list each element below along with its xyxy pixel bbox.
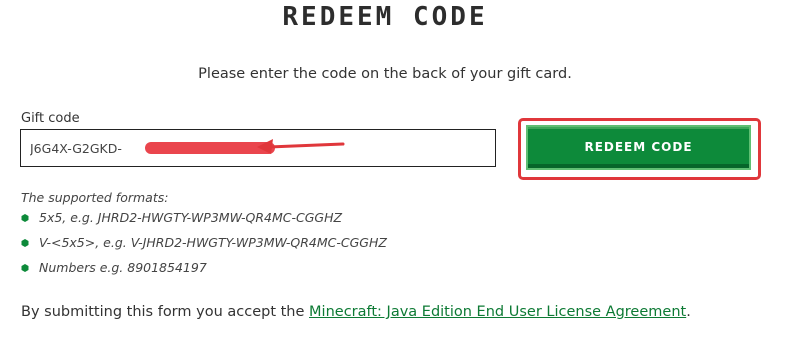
footer-suffix: .: [686, 304, 691, 320]
page-title: REDEEM CODE: [282, 2, 488, 32]
format-list-item: V-<5x5>, e.g. V-JHRD2-HWGTY-WP3MW-QR4MC-…: [21, 235, 387, 250]
format-item-text: 5x5, e.g. JHRD2-HWGTY-WP3MW-QR4MC-CGGHZ: [39, 210, 343, 225]
intro-text: Please enter the code on the back of you…: [198, 66, 572, 82]
hexagon-bullet-icon: [21, 263, 29, 272]
hexagon-bullet-icon: [21, 213, 29, 222]
format-item-text: V-<5x5>, e.g. V-JHRD2-HWGTY-WP3MW-QR4MC-…: [39, 235, 387, 250]
eula-link[interactable]: Minecraft: Java Edition End User License…: [309, 304, 686, 320]
supported-formats-heading: The supported formats:: [21, 190, 169, 205]
redeem-code-button[interactable]: REDEEM CODE: [526, 125, 751, 170]
gift-code-label: Gift code: [21, 111, 80, 126]
hexagon-bullet-icon: [21, 238, 29, 247]
format-list-item: 5x5, e.g. JHRD2-HWGTY-WP3MW-QR4MC-CGGHZ: [21, 210, 342, 225]
format-item-text: Numbers e.g. 8901854197: [39, 260, 207, 275]
annotation-arrow-icon: [257, 139, 345, 154]
footer-prefix: By submitting this form you accept the: [21, 304, 310, 320]
footer-text: By submitting this form you accept the M…: [21, 304, 691, 320]
redeem-code-page: REDEEM CODE Please enter the code on the…: [0, 0, 790, 356]
format-list-item: Numbers e.g. 8901854197: [21, 260, 207, 275]
